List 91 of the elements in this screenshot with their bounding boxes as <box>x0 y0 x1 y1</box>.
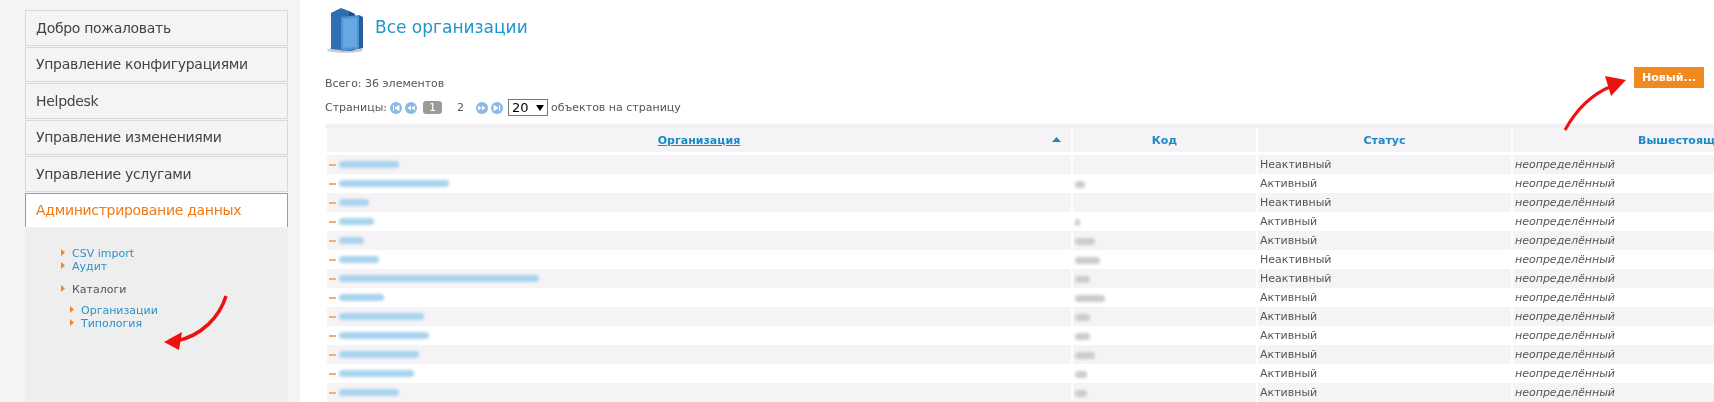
status-cell: Активный <box>1260 234 1318 247</box>
page-number[interactable]: 1 <box>423 101 443 114</box>
blurred-name <box>339 161 399 168</box>
nav-item[interactable]: Администрирование данных <box>25 192 288 229</box>
menu-link[interactable]: Аудит <box>72 260 108 274</box>
status-cell: Активный <box>1260 177 1318 190</box>
blurred-code <box>1075 313 1090 321</box>
menu-group-label: Каталоги <box>72 283 127 297</box>
parent-cell: неопределённый <box>1515 158 1616 171</box>
blurred-name <box>339 256 379 263</box>
parent-cell: неопределённый <box>1515 291 1616 304</box>
blurred-code <box>1075 351 1095 359</box>
parent-cell: неопределённый <box>1515 386 1616 399</box>
blurred-code <box>1075 275 1090 283</box>
status-cell: Активный <box>1260 310 1318 323</box>
column-header[interactable]: Организация <box>657 133 741 147</box>
parent-cell: неопределённый <box>1515 348 1616 361</box>
bullet-icon <box>61 261 65 269</box>
parent-cell: неопределённый <box>1515 367 1616 380</box>
status-cell: Неактивный <box>1260 196 1332 209</box>
menu-link[interactable]: CSV import <box>72 247 134 261</box>
menu-link[interactable]: Организации <box>81 304 158 318</box>
blurred-code <box>1075 256 1100 264</box>
parent-cell: неопределённый <box>1515 215 1616 228</box>
parent-cell: неопределённый <box>1515 310 1616 323</box>
parent-cell: неопределённый <box>1515 196 1616 209</box>
bullet-icon <box>70 305 74 313</box>
caret-icon <box>536 104 545 111</box>
blurred-code <box>1075 332 1090 340</box>
blurred-code <box>1075 370 1087 378</box>
page-title: Все организации <box>375 17 528 37</box>
dash-icon <box>329 334 336 337</box>
dash-icon <box>329 220 336 223</box>
page-number[interactable]: 2 <box>451 101 471 114</box>
dash-icon <box>329 372 336 375</box>
pages-label: Страницы: <box>325 101 388 114</box>
column-header[interactable]: Код <box>1151 133 1178 147</box>
dash-icon <box>329 296 336 299</box>
parent-cell: неопределённый <box>1515 272 1616 285</box>
dash-icon <box>329 239 336 242</box>
bullet-icon <box>61 248 65 256</box>
nav-item[interactable]: Управление изменениями <box>25 119 288 156</box>
per-page-label: объектов на страницу <box>551 101 681 114</box>
nav-item[interactable]: Helpdesk <box>25 83 288 119</box>
dash-icon <box>329 315 336 318</box>
dash-icon <box>329 353 336 356</box>
status-cell: Активный <box>1260 215 1318 228</box>
total-count: Всего: 36 элементов <box>325 77 446 90</box>
status-cell: Неактивный <box>1260 158 1332 171</box>
blurred-name <box>339 294 384 301</box>
blurred-name <box>339 199 369 206</box>
parent-cell: неопределённый <box>1515 329 1616 342</box>
parent-cell: неопределённый <box>1515 253 1616 266</box>
per-page-select[interactable]: 20 <box>508 99 549 116</box>
new-button[interactable]: Новый... <box>1634 67 1704 88</box>
blurred-name <box>339 218 374 225</box>
previous-page-icon[interactable] <box>405 101 418 114</box>
parent-cell: неопределённый <box>1515 234 1616 247</box>
dash-icon <box>329 258 336 261</box>
last-page-icon[interactable] <box>491 101 504 114</box>
status-cell: Активный <box>1260 329 1318 342</box>
status-cell: Неактивный <box>1260 253 1332 266</box>
dash-icon <box>329 201 336 204</box>
building-icon <box>325 5 365 53</box>
blurred-code <box>1075 180 1085 188</box>
bullet-icon <box>70 318 74 326</box>
menu-link[interactable]: Типология <box>81 317 143 331</box>
bullet-icon <box>61 284 65 292</box>
next-page-icon[interactable] <box>476 101 489 114</box>
status-cell: Активный <box>1260 348 1318 361</box>
dash-icon <box>329 277 336 280</box>
nav-item[interactable]: Добро пожаловать <box>25 10 288 46</box>
parent-cell: неопределённый <box>1515 177 1616 190</box>
blurred-name <box>339 237 364 244</box>
nav-item[interactable]: Управление конфигурациями <box>25 46 288 83</box>
dash-icon <box>329 182 336 185</box>
blurred-code <box>1075 389 1087 397</box>
column-header[interactable]: Статус <box>1363 133 1406 147</box>
status-cell: Активный <box>1260 367 1318 380</box>
dash-icon <box>329 163 336 166</box>
blurred-name <box>339 389 399 396</box>
status-cell: Активный <box>1260 291 1318 304</box>
column-header[interactable]: Вышестоящ <box>1638 133 1714 147</box>
nav-item[interactable]: Управление услугами <box>25 156 288 192</box>
first-page-icon[interactable] <box>390 101 403 114</box>
status-cell: Активный <box>1260 386 1318 399</box>
status-cell: Неактивный <box>1260 272 1332 285</box>
blurred-code <box>1075 218 1080 226</box>
dash-icon <box>329 391 336 394</box>
blurred-code <box>1075 237 1095 245</box>
blurred-code <box>1075 294 1105 302</box>
